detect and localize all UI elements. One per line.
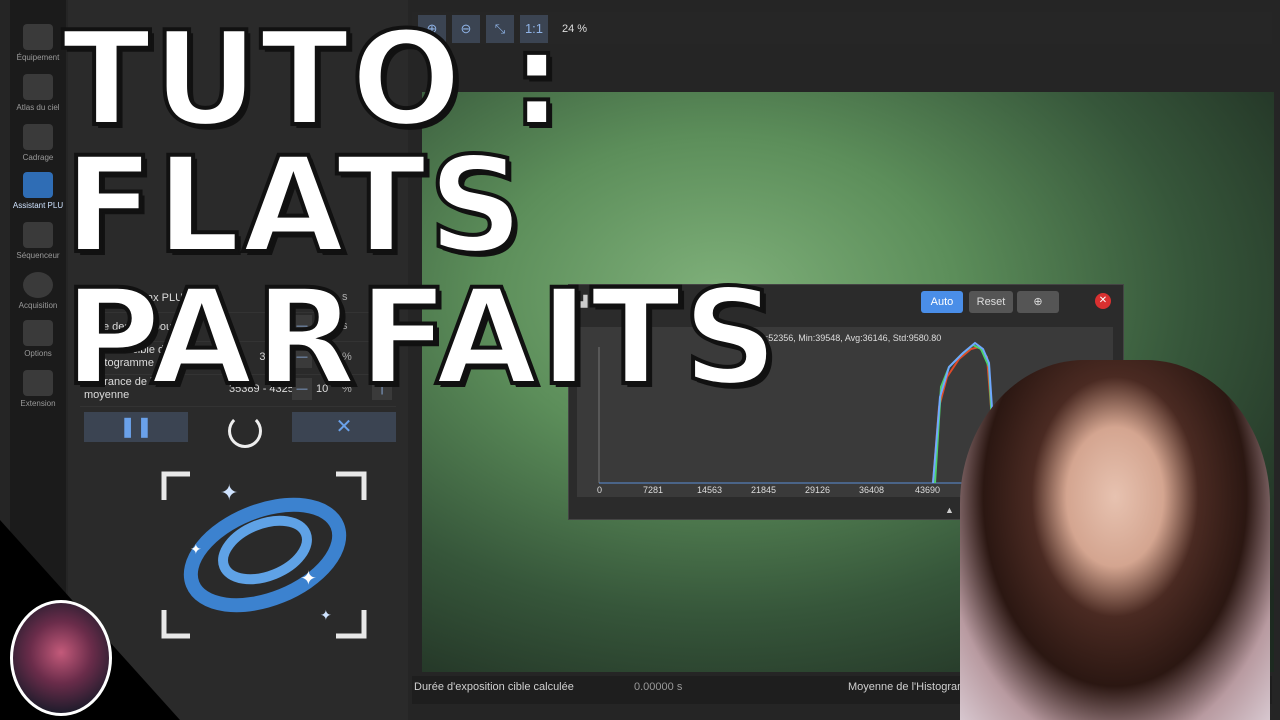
presenter-photo (960, 360, 1270, 720)
sidebar-item-label: Équipement (16, 53, 60, 62)
svg-text:✦: ✦ (220, 481, 238, 506)
tick-label: 21845 (751, 485, 777, 495)
sidebar-item-label: Atlas du ciel (16, 103, 60, 112)
flat-wizard-logo: ✦ ✦ ✦ ✦ (160, 470, 370, 640)
sidebar-item-assistant-plu[interactable]: Assistant PLU (10, 172, 66, 210)
sidebar-item-atlas[interactable]: Atlas du ciel (10, 74, 66, 112)
telescope-icon (23, 24, 53, 50)
sidebar-item-equipement[interactable]: Équipement (10, 24, 66, 62)
loading-spinner-icon (228, 414, 262, 448)
flat-wizard-icon (23, 172, 53, 198)
thumbnail-title-line2: FLATS PARFAITS (62, 129, 780, 415)
puzzle-icon (23, 370, 53, 396)
sidebar-item-label: Séquenceur (16, 251, 60, 260)
exposure-label: Durée d'exposition cible calculée (414, 681, 574, 693)
tick-label: 36408 (859, 485, 885, 495)
sequence-icon (23, 222, 53, 248)
thumbnail-title-line1: TUTO : (60, 3, 565, 155)
app-window: Équipement Atlas du ciel Cadrage Assista… (0, 0, 1280, 720)
pause-icon: ❚❚ (119, 416, 153, 438)
svg-text:✦: ✦ (300, 566, 317, 590)
gear-icon (23, 320, 53, 346)
sidebar-item-cadrage[interactable]: Cadrage (10, 124, 66, 162)
tick-label: 29126 (805, 485, 831, 495)
stars-icon (23, 124, 53, 150)
svg-text:✦: ✦ (190, 542, 202, 558)
zoom-level: 24 % (562, 23, 588, 35)
svg-text:✦: ✦ (320, 608, 332, 624)
sidebar-item-label: Cadrage (22, 153, 54, 162)
tick-label: 14563 (697, 485, 723, 495)
tick-label: 0 (597, 485, 603, 495)
camera-icon (23, 272, 53, 298)
sidebar-item-acquisition[interactable]: Acquisition (10, 272, 66, 310)
tick-label: 7281 (643, 485, 664, 495)
pause-button[interactable]: ❚❚ (84, 412, 188, 442)
avatar (10, 600, 112, 716)
close-icon: ✕ (335, 416, 353, 438)
tick-label: 43690 (915, 485, 941, 495)
min-marker-icon[interactable]: ▲ (945, 505, 954, 515)
sidebar-item-options[interactable]: Options (10, 320, 66, 358)
sidebar-item-label: Acquisition (18, 301, 58, 310)
sidebar-item-label: Assistant PLU (12, 201, 64, 210)
sidebar-item-extension[interactable]: Extension (10, 370, 66, 408)
sidebar-item-sequenceur[interactable]: Séquenceur (10, 222, 66, 260)
sidebar-item-label: Options (24, 349, 52, 358)
exposure-value: 0.00000 s (634, 681, 683, 693)
map-icon (23, 74, 53, 100)
cancel-button[interactable]: ✕ (292, 412, 396, 442)
histogram-mean-label: Moyenne de l'Histogram (848, 681, 967, 693)
sidebar-item-label: Extension (20, 399, 56, 408)
